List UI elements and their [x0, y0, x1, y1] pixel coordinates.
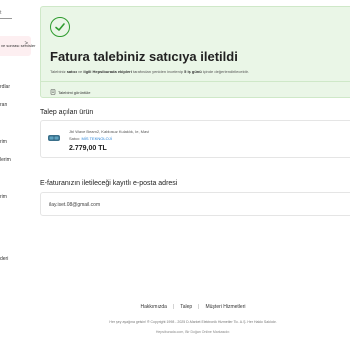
sidebar-item[interactable]: rim	[0, 139, 7, 145]
view-request-label: Talebimi görüntüle	[58, 89, 91, 95]
success-description: Talebiniz satıcı ve ilgili Hepsiburada e…	[50, 69, 249, 74]
success-card: Fatura talebiniz satıcıya iletildi Taleb…	[40, 6, 350, 98]
sidebar-item[interactable]: rdlar	[0, 84, 10, 90]
sidebar-item[interactable]: lerim	[0, 157, 11, 163]
sidebar-item[interactable]: ran	[0, 102, 7, 108]
sidebar-item[interactable]: rim	[0, 194, 7, 200]
footer-link-support[interactable]: Müşteri Hizmetleri	[205, 304, 245, 310]
email-section-title: E-faturanızın iletileceği kayıtlı e-post…	[40, 180, 178, 187]
product-section-title: Talep açılan ürün	[40, 109, 94, 116]
view-request-link[interactable]: Talebimi görüntüle	[50, 89, 90, 95]
product-seller: Satıcı: MİS TEKNOLOJİ	[69, 136, 112, 141]
copyright-text: Her şey ayağına gelsin! ® Copyright 1998…	[109, 320, 277, 324]
footer-link-about[interactable]: Hakkımızda	[141, 304, 167, 310]
footer-links: Hakkımızda | Talep | Müşteri Hizmetleri	[0, 304, 350, 310]
sidebar-item-label: ve sonrası servisler	[1, 43, 36, 48]
sidebar-item[interactable]: deri	[0, 256, 8, 262]
footer-separator: |	[198, 304, 200, 310]
chevron-right-icon: >	[24, 41, 28, 47]
product-name[interactable]: Jbl Wave Beam2, Kablosuz Kulaklık, Ie, M…	[69, 129, 149, 134]
domain-text: Hepsiburada.com, Bir Doğan Online Markas…	[155, 330, 231, 334]
email-value: ilay.iset.08@gmail.com	[49, 202, 101, 208]
success-title: Fatura talebiniz satıcıya iletildi	[50, 49, 238, 64]
seller-link[interactable]: MİS TEKNOLOJİ	[81, 136, 111, 141]
sidebar-item-active[interactable]: ve sonrası servisler >	[0, 36, 35, 56]
product-image	[48, 135, 60, 141]
sidebar: t ve sonrası servisler > rdlar ran rim l…	[0, 0, 35, 350]
product-card[interactable]: Jbl Wave Beam2, Kablosuz Kulaklık, Ie, M…	[40, 120, 350, 158]
brand-underline	[0, 18, 12, 19]
email-display: ilay.iset.08@gmail.com	[40, 192, 350, 216]
brand-text: t	[0, 10, 2, 16]
footer-link-request[interactable]: Talep	[180, 304, 192, 310]
footer-separator: |	[172, 304, 175, 310]
check-circle-icon	[50, 17, 70, 37]
divider	[41, 81, 350, 82]
product-price: 2.779,00 TL	[69, 145, 107, 152]
document-icon	[50, 89, 56, 95]
